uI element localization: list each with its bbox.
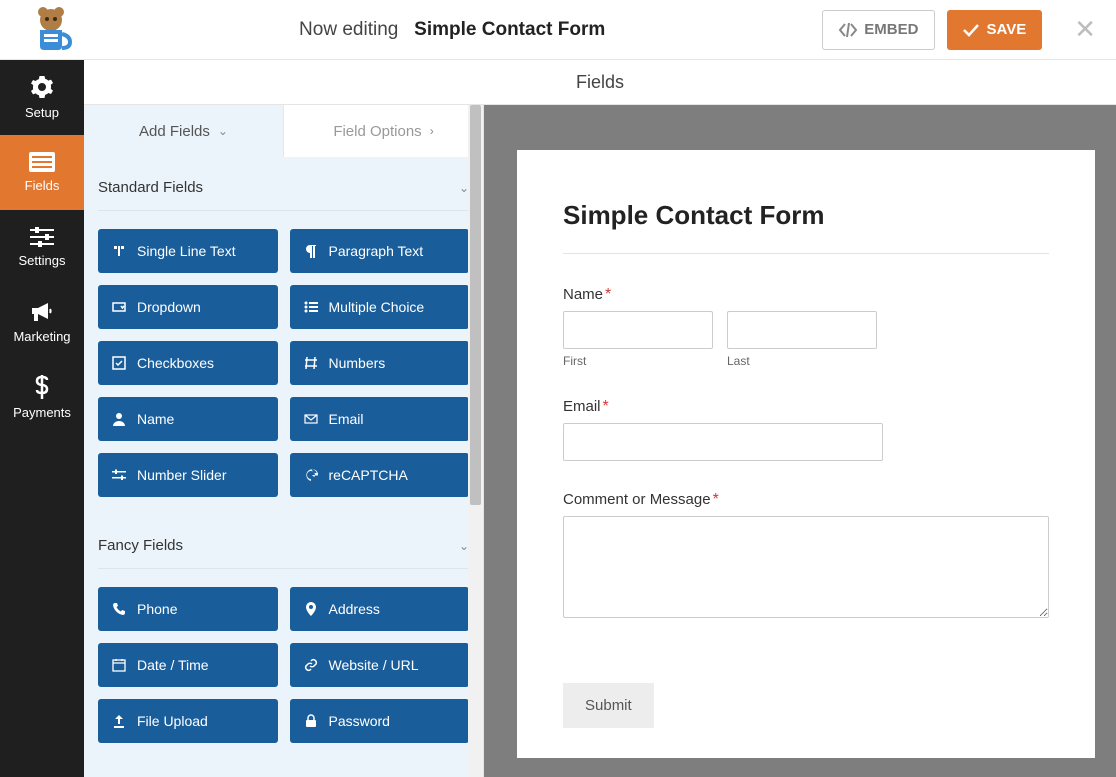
chevron-down-icon: ⌄ [218, 124, 228, 138]
field-recaptcha[interactable]: reCAPTCHA [290, 453, 470, 497]
upload-icon [112, 714, 126, 728]
sidebar-item-settings[interactable]: Settings [0, 210, 84, 285]
sidebar-settings-label: Settings [19, 253, 66, 268]
field-number-slider[interactable]: Number Slider [98, 453, 278, 497]
label-email: Email [563, 398, 601, 415]
required-indicator: * [605, 286, 611, 303]
scrollbar-thumb[interactable] [470, 105, 481, 505]
form-title: Simple Contact Form [563, 200, 1049, 254]
field-checkboxes[interactable]: Checkboxes [98, 341, 278, 385]
sidebar-marketing-label: Marketing [13, 329, 70, 344]
bullhorn-icon [30, 301, 54, 323]
save-button[interactable]: SAVE [947, 10, 1042, 50]
sidebar-setup-label: Setup [25, 105, 59, 120]
field-address[interactable]: Address [290, 587, 470, 631]
close-icon[interactable]: ✕ [1074, 14, 1096, 45]
field-phone[interactable]: Phone [98, 587, 278, 631]
field-file-upload[interactable]: File Upload [98, 699, 278, 743]
breadcrumb: Fields [84, 60, 1116, 105]
label-name: Name [563, 286, 603, 303]
tab-field-options[interactable]: Field Options › [283, 105, 483, 157]
sliders-icon [112, 468, 126, 482]
sidebar-payments-label: Payments [13, 405, 71, 420]
text-icon [112, 244, 126, 258]
form-card: Simple Contact Form Name* First Last [517, 150, 1095, 758]
field-numbers[interactable]: Numbers [290, 341, 470, 385]
input-comment[interactable] [563, 516, 1049, 618]
panel-scrollbar[interactable] [468, 105, 483, 777]
fields-panel: Add Fields ⌄ Field Options › Standard Fi… [84, 105, 484, 777]
top-bar: Now editing Simple Contact Form EMBED SA… [0, 0, 1116, 60]
form-preview: Simple Contact Form Name* First Last [484, 105, 1116, 777]
check-icon [963, 23, 979, 37]
chevron-right-icon: › [430, 124, 434, 138]
phone-icon [112, 602, 126, 616]
dropdown-icon [112, 300, 126, 314]
recaptcha-icon [304, 468, 318, 482]
user-icon [112, 412, 126, 426]
section-fancy-label: Fancy Fields [98, 537, 183, 554]
embed-label: EMBED [864, 21, 918, 38]
field-website[interactable]: Website / URL [290, 643, 470, 687]
code-icon [839, 23, 857, 37]
submit-button[interactable]: Submit [563, 683, 654, 728]
form-name: Simple Contact Form [414, 19, 605, 40]
sidebar: Setup Fields Settings Marketing Payments [0, 60, 84, 777]
form-icon [29, 152, 55, 172]
input-first-name[interactable] [563, 311, 713, 349]
lock-icon [304, 714, 318, 728]
field-name[interactable]: Name [98, 397, 278, 441]
dollar-icon [34, 375, 50, 399]
required-indicator: * [713, 491, 719, 508]
label-comment: Comment or Message [563, 491, 711, 508]
gear-icon [30, 75, 54, 99]
field-datetime[interactable]: Date / Time [98, 643, 278, 687]
calendar-icon [112, 658, 126, 672]
form-row-email[interactable]: Email* [563, 398, 1049, 461]
sidebar-fields-label: Fields [25, 178, 60, 193]
field-dropdown[interactable]: Dropdown [98, 285, 278, 329]
tab-options-label: Field Options [333, 123, 421, 140]
section-standard-label: Standard Fields [98, 179, 203, 196]
field-email[interactable]: Email [290, 397, 470, 441]
section-fancy-head[interactable]: Fancy Fields ⌄ [98, 515, 469, 569]
editing-prefix: Now editing [299, 19, 398, 40]
map-pin-icon [304, 602, 318, 616]
embed-button[interactable]: EMBED [822, 10, 935, 50]
required-indicator: * [603, 398, 609, 415]
sidebar-item-payments[interactable]: Payments [0, 360, 84, 435]
field-password[interactable]: Password [290, 699, 470, 743]
sidebar-item-marketing[interactable]: Marketing [0, 285, 84, 360]
submit-label: Submit [585, 697, 632, 714]
editing-title: Now editing Simple Contact Form [82, 19, 822, 41]
sliders-icon [30, 227, 54, 247]
input-last-name[interactable] [727, 311, 877, 349]
field-multiple-choice[interactable]: Multiple Choice [290, 285, 470, 329]
field-single-line-text[interactable]: Single Line Text [98, 229, 278, 273]
form-row-comment[interactable]: Comment or Message* [563, 491, 1049, 623]
breadcrumb-label: Fields [576, 72, 624, 93]
hash-icon [304, 356, 318, 370]
field-paragraph-text[interactable]: Paragraph Text [290, 229, 470, 273]
link-icon [304, 658, 318, 672]
envelope-icon [304, 412, 318, 426]
list-icon [304, 300, 318, 314]
app-logo [20, 4, 82, 56]
paragraph-icon [304, 244, 318, 258]
sidebar-item-fields[interactable]: Fields [0, 135, 84, 210]
sublabel-first: First [563, 354, 713, 368]
form-row-name[interactable]: Name* First Last [563, 286, 1049, 368]
save-label: SAVE [986, 21, 1026, 38]
section-standard-head[interactable]: Standard Fields ⌄ [98, 157, 469, 211]
sublabel-last: Last [727, 354, 877, 368]
input-email[interactable] [563, 423, 883, 461]
tab-add-fields[interactable]: Add Fields ⌄ [84, 105, 283, 157]
check-square-icon [112, 356, 126, 370]
sidebar-item-setup[interactable]: Setup [0, 60, 84, 135]
tab-add-label: Add Fields [139, 123, 210, 140]
